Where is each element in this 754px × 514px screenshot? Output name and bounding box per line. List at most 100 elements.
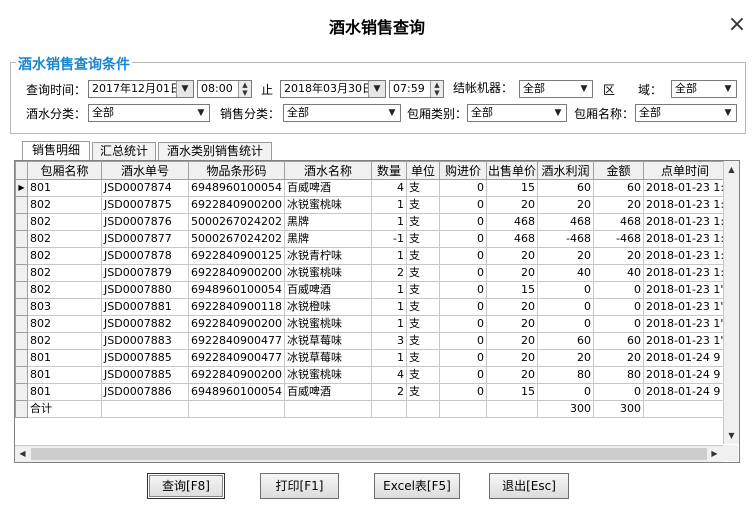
table-cell[interactable]: 百威啤酒	[283, 281, 372, 299]
table-cell[interactable]: 0	[438, 230, 487, 248]
row-indicator[interactable]	[15, 230, 28, 248]
row-indicator[interactable]	[15, 383, 28, 401]
table-cell[interactable]: 2018-01-24 9	[642, 366, 728, 384]
table-cell[interactable]	[283, 400, 372, 418]
row-indicator[interactable]	[15, 298, 28, 316]
chevron-down-icon[interactable]: ▼	[176, 81, 193, 97]
table-cell[interactable]: 2018-01-23 1'	[642, 298, 728, 316]
column-header[interactable]: 酒水利润	[536, 161, 594, 180]
table-cell[interactable]: JSD0007875	[101, 196, 189, 214]
table-cell[interactable]: 803	[27, 298, 102, 316]
chevron-down-icon[interactable]: ▼	[193, 105, 209, 121]
table-cell[interactable]: JSD0007874	[101, 179, 189, 197]
table-cell[interactable]: 5000267024202	[188, 230, 285, 248]
table-row[interactable]: 802 JSD0007883 6922840900477 冰锐草莓味 3 支 0 20 60 60…	[15, 332, 728, 350]
table-row[interactable]: 801 JSD0007885 6922840900477 冰锐草莓味 1 支 0 20 20 20…	[15, 349, 728, 367]
table-cell[interactable]: 6922840900125	[188, 247, 285, 265]
column-header[interactable]: 单位	[405, 161, 440, 180]
end-date-picker[interactable]: 2018年03月30日 ▼	[280, 80, 386, 98]
column-header[interactable]: 金额	[592, 161, 644, 180]
table-row[interactable]: 802 JSD0007876 5000267024202 黑牌 1 支 0 468 468 468…	[15, 213, 728, 231]
table-cell[interactable]: 6948960100054	[188, 179, 285, 197]
table-cell[interactable]: 0	[438, 366, 487, 384]
table-cell[interactable]: 20	[485, 298, 538, 316]
row-indicator[interactable]	[15, 349, 28, 367]
exit-button[interactable]: 退出[Esc]	[489, 473, 569, 499]
table-cell[interactable]: 0	[438, 383, 487, 401]
table-cell[interactable]: -468	[536, 230, 594, 248]
table-cell[interactable]	[438, 400, 487, 418]
table-cell[interactable]: 支	[405, 315, 440, 333]
sales-category-select[interactable]: 全部 ▼	[283, 104, 401, 122]
table-cell[interactable]: 802	[27, 230, 102, 248]
spinner-icon[interactable]: ▲ ▼	[238, 81, 251, 97]
row-indicator[interactable]	[15, 264, 28, 282]
table-total-row[interactable]: 合计 300 300	[15, 400, 728, 418]
table-cell[interactable]: 支	[405, 383, 440, 401]
table-cell[interactable]: 60	[536, 332, 594, 350]
table-cell[interactable]: 0	[438, 315, 487, 333]
table-cell[interactable]: 2018-01-23 1'	[642, 281, 728, 299]
table-cell[interactable]: 20	[485, 315, 538, 333]
table-cell[interactable]: 2	[370, 383, 407, 401]
machine-select[interactable]: 全部 ▼	[519, 80, 593, 98]
table-cell[interactable]: 20	[485, 332, 538, 350]
table-cell[interactable]: 支	[405, 349, 440, 367]
row-indicator[interactable]	[15, 247, 28, 265]
table-cell[interactable]: 冰锐草莓味	[283, 349, 372, 367]
table-cell[interactable]: 支	[405, 298, 440, 316]
table-cell[interactable]: JSD0007885	[101, 366, 189, 384]
table-cell[interactable]: JSD0007876	[101, 213, 189, 231]
table-cell[interactable]: 2018-01-23 1:	[642, 196, 728, 214]
table-cell[interactable]: 2018-01-24 9	[642, 383, 728, 401]
table-cell[interactable]: 802	[27, 332, 102, 350]
table-cell[interactable]	[188, 400, 285, 418]
scroll-thumb[interactable]	[31, 448, 707, 460]
drink-category-select[interactable]: 全部 ▼	[88, 104, 210, 122]
table-cell[interactable]: 6922840900200	[188, 196, 285, 214]
table-row[interactable]: 802 JSD0007875 6922840900200 冰锐蜜桃味 1 支 0 20 20 20…	[15, 196, 728, 214]
table-cell[interactable]	[405, 400, 440, 418]
table-cell[interactable]: 1	[370, 281, 407, 299]
table-cell[interactable]: 20	[485, 264, 538, 282]
table-cell[interactable]: 468	[485, 230, 538, 248]
scroll-right-icon[interactable]: ▶	[707, 446, 722, 461]
table-cell[interactable]	[101, 400, 189, 418]
table-cell[interactable]: 1	[370, 196, 407, 214]
table-cell[interactable]: 801	[27, 383, 102, 401]
table-cell[interactable]: 2	[370, 264, 407, 282]
table-cell[interactable]: 黑牌	[283, 213, 372, 231]
tab-sales-detail[interactable]: 销售明细	[22, 141, 90, 161]
table-row[interactable]: 802 JSD0007880 6948960100054 百威啤酒 1 支 0 15 0 0 201…	[15, 281, 728, 299]
table-cell[interactable]: 802	[27, 315, 102, 333]
table-cell[interactable]: 4	[370, 366, 407, 384]
table-cell[interactable]: 0	[438, 332, 487, 350]
table-cell[interactable]: 15	[485, 383, 538, 401]
spinner-icon[interactable]: ▲ ▼	[430, 81, 443, 97]
vertical-scrollbar[interactable]: ▲ ▼	[723, 161, 739, 444]
table-row[interactable]: 802 JSD0007882 6922840900200 冰锐蜜桃味 1 支 0 20 0 0 20…	[15, 315, 728, 333]
table-cell[interactable]: 20	[536, 247, 594, 265]
table-cell[interactable]: 20	[592, 196, 644, 214]
table-cell[interactable]: 支	[405, 264, 440, 282]
table-cell[interactable]: 802	[27, 213, 102, 231]
table-cell[interactable]: 6922840900200	[188, 264, 285, 282]
table-cell[interactable]: 6922840900477	[188, 349, 285, 367]
table-cell[interactable]: 801	[27, 179, 102, 197]
table-cell[interactable]: 0	[438, 196, 487, 214]
horizontal-scrollbar[interactable]: ◀ ▶	[15, 445, 723, 462]
table-row[interactable]: 802 JSD0007878 6922840900125 冰锐青柠味 1 支 0 20 20 20…	[15, 247, 728, 265]
room-name-select[interactable]: 全部 ▼	[635, 104, 737, 122]
table-row[interactable]: 803 JSD0007881 6922840900118 冰锐橙味 1 支 0 20 0 0 201…	[15, 298, 728, 316]
column-header[interactable]: 包厢名称	[27, 161, 102, 180]
tab-summary[interactable]: 汇总统计	[92, 142, 156, 160]
table-cell[interactable]: 2018-01-23 1:	[642, 247, 728, 265]
row-indicator[interactable]	[15, 332, 28, 350]
table-cell[interactable]: 40	[536, 264, 594, 282]
row-indicator[interactable]	[15, 366, 28, 384]
table-cell[interactable]: 20	[592, 349, 644, 367]
table-cell[interactable]: 0	[592, 281, 644, 299]
area-select[interactable]: 全部 ▼	[671, 80, 737, 98]
table-cell[interactable]: 802	[27, 247, 102, 265]
table-cell[interactable]: 20	[485, 247, 538, 265]
